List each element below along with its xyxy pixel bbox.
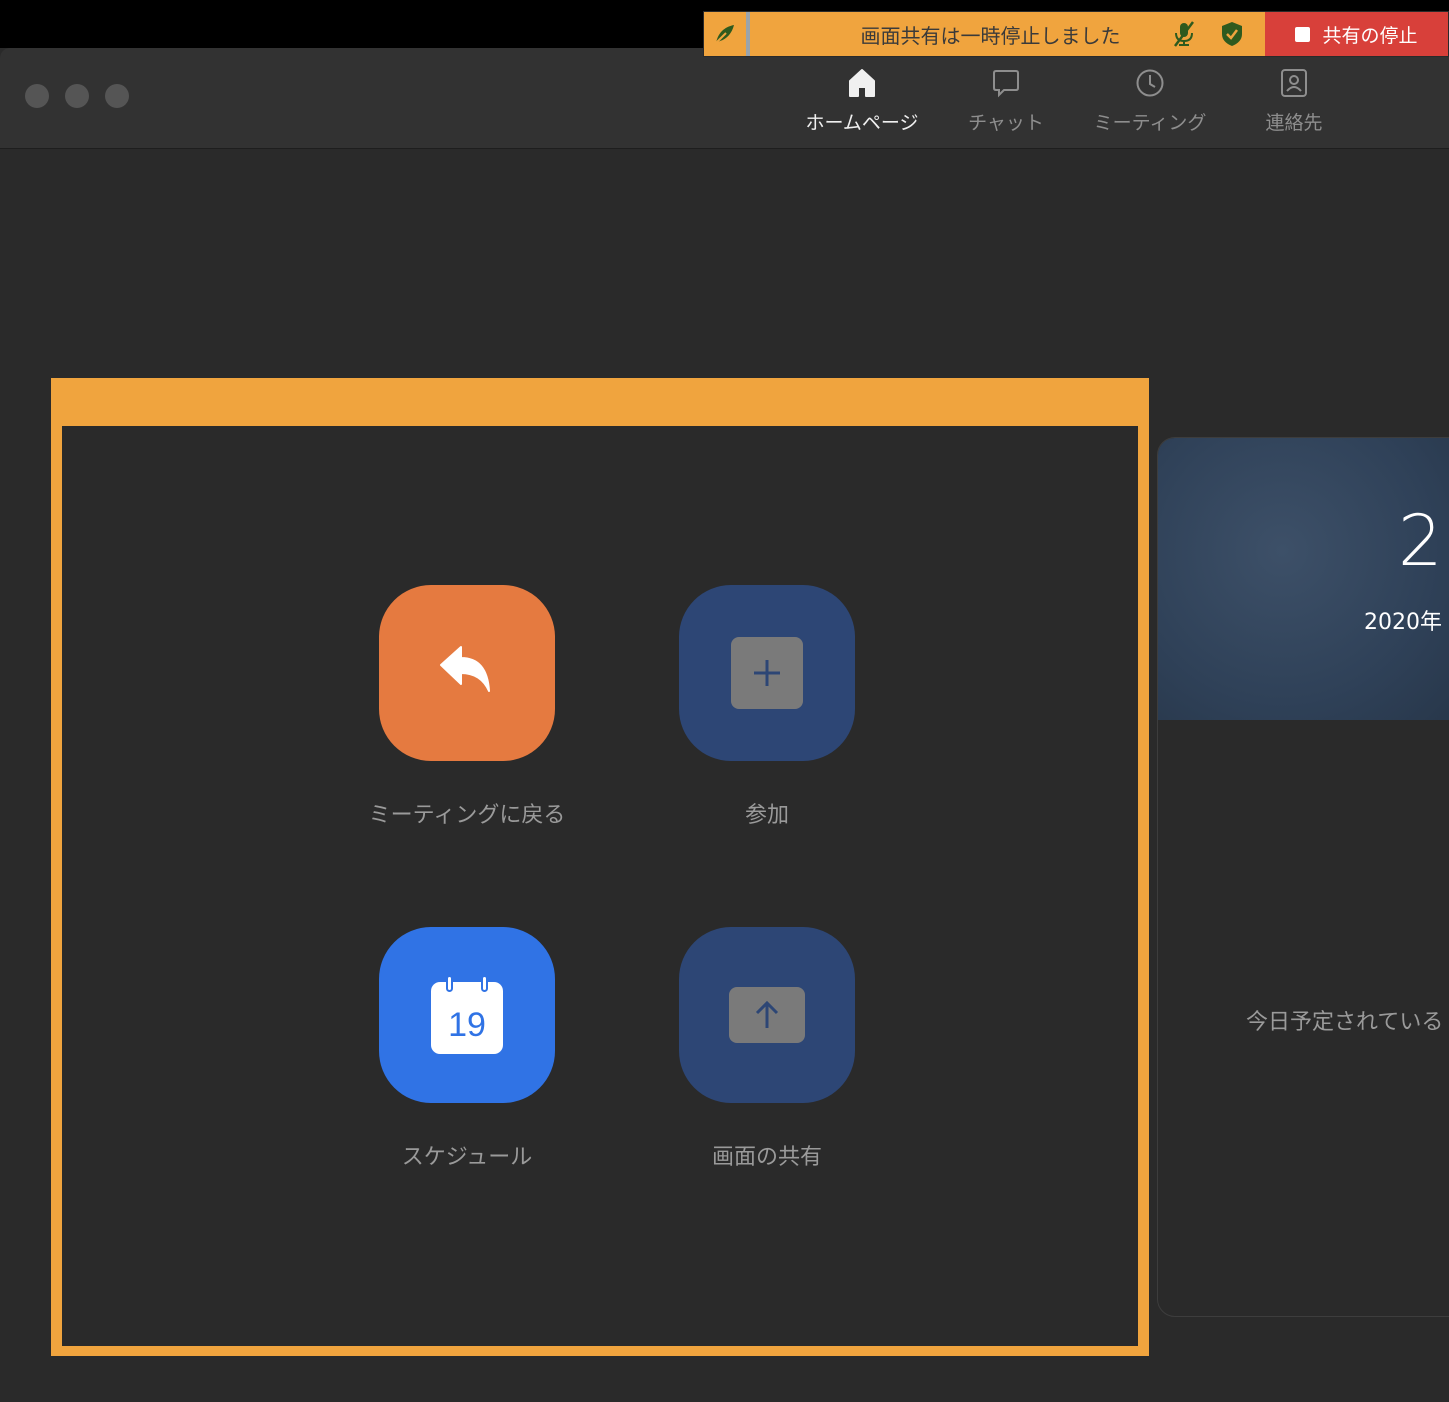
close-window-button[interactable] [25,84,49,108]
reply-arrow-icon [440,646,490,692]
join-label: 参加 [744,803,789,828]
contacts-icon [1281,69,1307,97]
clock-icon [1136,69,1164,97]
zoom-window-button[interactable] [105,84,129,108]
drag-handle[interactable] [704,12,750,56]
rejoin-meeting-tile[interactable]: ミーティングに戻る [369,585,565,829]
tab-home-label: ホームページ [805,112,919,134]
window-controls [25,84,129,108]
tab-meetings-label: ミーティング [1093,112,1207,134]
plus-icon [754,660,780,686]
current-date: 2020年 [1364,610,1442,635]
no-meetings-message: 今日予定されている [1246,1010,1444,1035]
tab-home[interactable]: ホームページ [790,48,934,149]
join-button[interactable] [679,585,855,761]
tab-meetings[interactable]: ミーティング [1078,48,1222,149]
join-inner-box [731,637,803,709]
leaf-icon [715,25,734,44]
chat-icon [993,70,1019,98]
tab-chat[interactable]: チャット [934,48,1078,149]
security-shield-icon[interactable] [1219,20,1245,48]
home-icon [849,69,875,97]
stop-square-icon [1295,26,1311,42]
rejoin-meeting-label: ミーティングに戻る [368,803,566,828]
stop-share-label: 共有の停止 [1322,24,1418,47]
share-status-bar: 画面共有は一時停止しました 共有の停止 [703,11,1449,57]
tab-contacts-label: 連絡先 [1265,112,1323,134]
shared-area-content: ミーティングに戻る 参加 19 スケジュール 画面の共有 [62,426,1138,1346]
current-time: 2 [1398,500,1443,582]
share-screen-button[interactable] [679,927,855,1103]
calendar-day: 19 [448,1006,486,1044]
share-status-message: 画面共有は一時停止しました [860,23,1121,48]
upload-arrow-icon [755,1000,779,1028]
stop-share-button[interactable]: 共有の停止 [1265,12,1448,56]
tab-contacts[interactable]: 連絡先 [1222,48,1366,149]
shared-area-frame: ミーティングに戻る 参加 19 スケジュール 画面の共有 [51,378,1149,1356]
schedule-tile[interactable]: 19 スケジュール [379,927,555,1171]
share-inner-box [729,987,805,1043]
minimize-window-button[interactable] [65,84,89,108]
share-screen-label: 画面の共有 [711,1145,822,1170]
calendar-card: 2 2020年 今日予定されている [1157,437,1449,1317]
calendar-icon: 19 [431,975,503,1054]
rejoin-meeting-button[interactable] [379,585,555,761]
calendar-card-header: 2 2020年 [1158,438,1449,720]
titlebar: ホームページ チャット ミーティング 連絡先 [0,48,1449,149]
mic-muted-icon[interactable] [1171,20,1197,48]
join-tile[interactable]: 参加 [679,585,855,829]
share-screen-tile[interactable]: 画面の共有 [679,927,855,1171]
schedule-button[interactable]: 19 [379,927,555,1103]
top-nav: ホームページ チャット ミーティング 連絡先 [790,48,1366,149]
schedule-label: スケジュール [401,1145,533,1170]
tab-chat-label: チャット [968,112,1044,134]
